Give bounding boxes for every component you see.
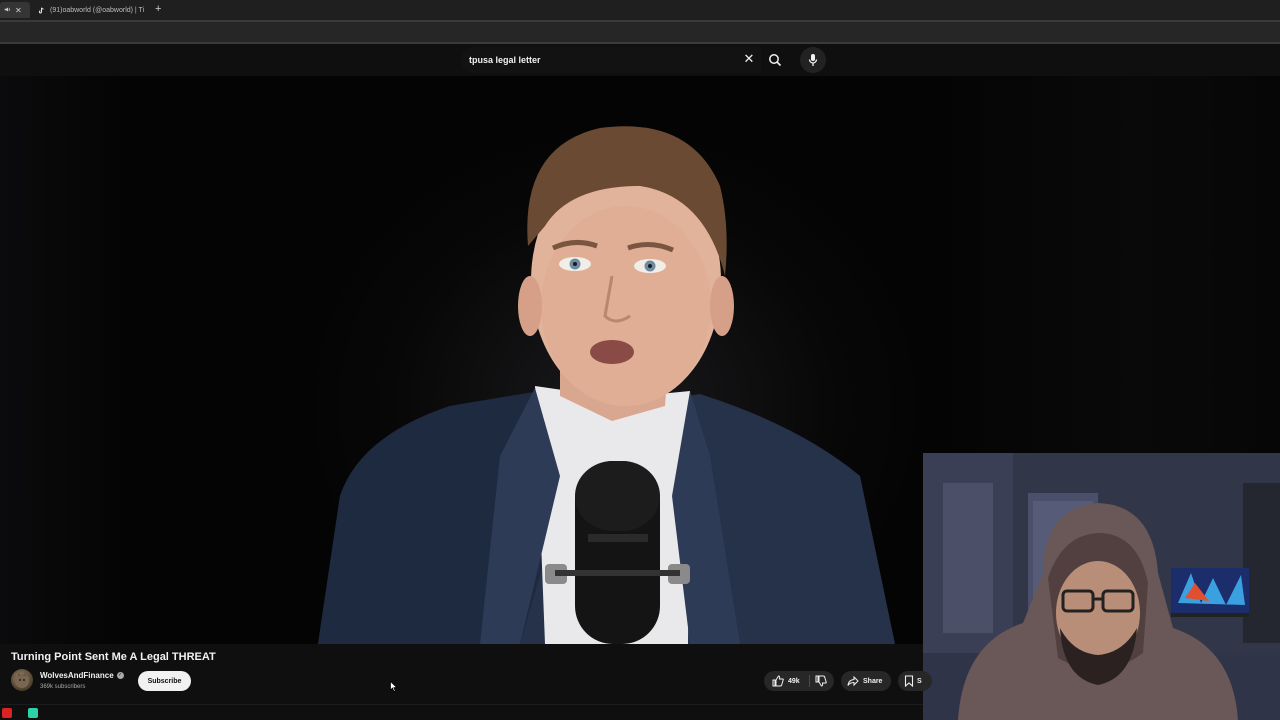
share-button[interactable]: Share (841, 671, 891, 691)
bookmark-icon[interactable] (904, 675, 914, 687)
video-title: Turning Point Sent Me A Legal THREAT (11, 651, 216, 663)
taskbar (0, 704, 923, 720)
share-label[interactable]: Share (863, 678, 882, 685)
like-divider (809, 675, 810, 687)
clear-search-button[interactable]: ✕ (741, 52, 757, 68)
close-icon[interactable]: ✕ (15, 6, 22, 15)
search-button[interactable] (762, 47, 788, 73)
channel-name-text[interactable]: WolvesAndFinance (40, 671, 114, 680)
search-box[interactable] (461, 47, 761, 73)
tab-tiktok[interactable]: (91)oabworld (@oabworld) | Ti ✕ (32, 2, 148, 18)
thumbs-up-icon[interactable] (772, 675, 784, 687)
search-input[interactable] (469, 55, 739, 65)
thumbs-down-icon[interactable] (815, 675, 827, 687)
subscribe-button[interactable]: Subscribe (138, 671, 191, 691)
new-tab-button[interactable]: + (155, 3, 161, 15)
channel-name[interactable]: WolvesAndFinance ✓ (40, 671, 124, 680)
like-button[interactable]: 49k (772, 675, 800, 687)
video-frame-speaker (318, 126, 895, 644)
video-player[interactable] (0, 76, 923, 644)
browser-tab-strip: ✕ (91)oabworld (@oabworld) | Ti ✕ + (0, 0, 1280, 20)
webcam-scene (923, 453, 1280, 720)
app-taskbar-icon[interactable] (28, 708, 38, 718)
clear-icon[interactable]: ✕ (744, 51, 755, 66)
like-count[interactable]: 49k (788, 678, 800, 685)
voice-search-button[interactable] (800, 47, 826, 73)
youtube-taskbar-icon[interactable] (2, 708, 12, 718)
subscriber-count: 369k subscribers (40, 684, 86, 690)
tiktok-icon (38, 6, 45, 14)
mic-icon[interactable] (807, 53, 819, 67)
channel-avatar[interactable] (11, 669, 33, 691)
dislike-button[interactable] (815, 675, 827, 689)
speaker-icon[interactable] (4, 6, 11, 15)
background-right (923, 76, 1280, 454)
save-label[interactable]: S (917, 678, 922, 685)
tab-label: (91)oabworld (@oabworld) | Ti (50, 6, 145, 14)
browser-toolbar (0, 20, 1280, 44)
share-icon[interactable] (847, 675, 859, 687)
tab-audio[interactable]: ✕ (0, 2, 30, 18)
verified-icon: ✓ (116, 672, 124, 679)
search-icon[interactable] (768, 53, 782, 67)
mouse-cursor-icon (390, 681, 398, 692)
like-dislike-group: 49k (764, 671, 834, 691)
save-button[interactable]: S (898, 671, 932, 691)
webcam-overlay (923, 453, 1280, 720)
